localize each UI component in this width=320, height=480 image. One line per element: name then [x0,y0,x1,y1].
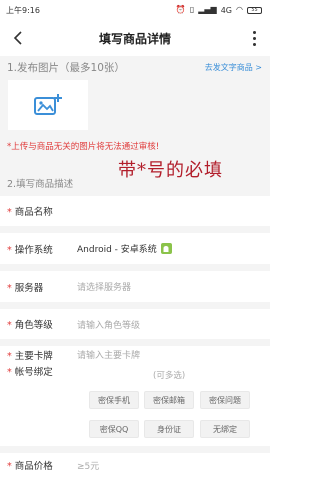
more-icon-dot [252,36,256,40]
wifi-icon: ◠ [236,5,243,14]
server-label-text: 服务器 [14,282,44,294]
os-value-text: Android - 安卓系统 [77,245,157,255]
option-phone[interactable]: 密保手机 [89,391,139,409]
account-binding-label-text: 帐号绑定 [14,367,53,378]
signal-icon: ▂▄▆ [198,5,217,14]
os-value: Android - 安卓系统 [77,242,172,255]
android-icon [160,243,172,254]
price-label-text: 商品价格 [14,461,53,472]
battery-level: 55 [251,7,258,13]
page-title: 填写商品详情 [98,31,171,46]
add-image-button[interactable] [8,80,88,130]
product-name-label: * 商品名称 [7,204,53,218]
status-icons: ⏰ ▯ ▂▄▆ 4G ◠ 55 [176,6,262,15]
required-mark: * [7,282,15,294]
option-security-question[interactable]: 密保问题 [200,391,250,409]
role-level-input[interactable]: 请输入角色等级 [77,318,140,331]
add-photo-icon [34,94,62,115]
option-qq[interactable]: 密保QQ [89,420,139,438]
app-header: 填写商品详情 [0,20,270,56]
server-select[interactable]: 请选择服务器 [77,280,131,293]
os-row[interactable]: * 操作系统 Android - 安卓系统 [0,233,270,264]
image-section-title: 1.发布图片（最多10张） [7,61,125,74]
required-mark: * [7,461,15,472]
server-label: * 服务器 [7,280,43,294]
image-upload-section: 1.发布图片（最多10张） 去发文字商品 > *上传与商品无关的图片将无法通过审… [0,56,270,164]
chevron-left-icon [13,31,22,45]
main-card-label: * 主要卡牌 [7,348,53,362]
status-time: 上午9:16 [6,5,40,15]
required-mark: * [7,207,15,218]
multi-select-hint: (可多选) [153,371,186,381]
divider [0,264,270,271]
option-email[interactable]: 密保邮箱 [144,391,194,409]
required-mark: * [7,367,15,378]
product-name-label-text: 商品名称 [14,207,53,218]
required-mark: * [7,244,15,256]
role-level-row[interactable]: * 角色等级 请输入角色等级 [0,309,270,339]
product-name-row[interactable]: * 商品名称 [0,196,270,226]
divider [0,339,270,346]
required-note-annotation: 带*号的必填 [118,160,223,181]
server-row[interactable]: * 服务器 请选择服务器 [0,271,270,302]
more-icon-dot [252,42,256,46]
os-label-text: 操作系统 [14,244,53,256]
main-card-label-text: 主要卡牌 [14,350,53,362]
alarm-icon: ⏰ [175,5,186,14]
price-input[interactable]: ≥5元 [77,459,99,472]
divider [0,446,270,453]
description-section-title: 2.填写商品描述 [7,179,74,190]
role-level-label: * 角色等级 [7,317,53,331]
price-row[interactable]: * 商品价格 ≥5元 [0,453,270,477]
required-mark: * [7,350,15,362]
divider [0,302,270,309]
os-label: * 操作系统 [7,242,53,256]
battery-icon: 55 [247,6,262,14]
text-product-link[interactable]: 去发文字商品 > [205,62,262,73]
price-label: * 商品价格 [7,458,53,472]
option-id-card[interactable]: 身份证 [144,420,194,438]
status-bar: 上午9:16 ⏰ ▯ ▂▄▆ 4G ◠ 55 [0,0,270,20]
account-binding-label: * 帐号绑定 [7,364,53,378]
option-none[interactable]: 无绑定 [200,420,250,438]
divider [0,226,270,233]
back-button[interactable] [8,28,28,48]
main-card-row[interactable]: * 主要卡牌 请输入主要卡牌 [0,346,270,363]
account-binding-row: * 帐号绑定 [0,362,270,380]
network-label: 4G [220,5,233,15]
upload-warning: *上传与商品无关的图片将无法通过审核! [7,142,160,152]
role-level-label-text: 角色等级 [14,320,53,331]
more-icon-dot [252,30,256,34]
more-menu-button[interactable] [248,28,260,48]
vibrate-icon: ▯ [189,5,195,14]
main-card-input[interactable]: 请输入主要卡牌 [77,348,140,361]
required-mark: * [7,320,15,331]
